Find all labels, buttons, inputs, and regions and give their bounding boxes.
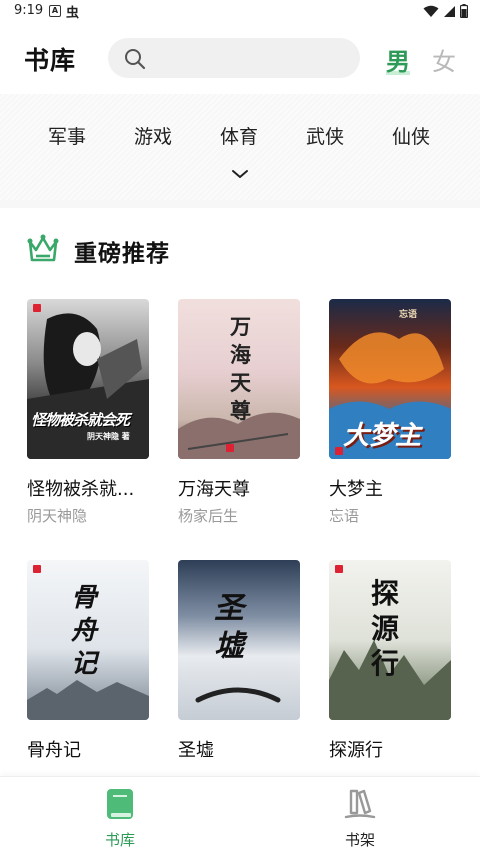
book-author: 杨家后生 [178, 507, 239, 525]
book-title: 怪物被杀就... [27, 479, 135, 500]
cover-title: 万海天尊 [230, 314, 251, 423]
section-divider [0, 200, 480, 208]
battery-icon [460, 4, 468, 18]
category-xianxia[interactable]: 仙侠 [392, 122, 430, 149]
status-bar: 9:19 A 虫 [0, 0, 480, 24]
book-cover[interactable]: 圣墟 [178, 560, 300, 720]
app-screen: 9:19 A 虫 书库 男 女 军事 游戏 体育 武侠 仙侠 重磅推荐 怪物被杀… [0, 0, 480, 853]
signal-icon [444, 5, 455, 17]
book-card[interactable]: 骨舟记 骨舟记 [27, 560, 151, 761]
cover-author: 忘语 [399, 310, 418, 320]
status-time: 9:19 [14, 3, 44, 18]
book-author: 阴天神隐 [27, 507, 88, 525]
bookshelf-icon [344, 789, 376, 819]
publisher-badge [33, 304, 41, 312]
category-military[interactable]: 军事 [48, 122, 86, 149]
book-title: 大梦主 [329, 479, 383, 500]
notification-bug-icon: 虫 [66, 6, 80, 21]
notification-a-icon: A [49, 5, 61, 17]
nav-tab-library[interactable]: 书库 [80, 787, 160, 850]
section-header: 重磅推荐 [0, 210, 480, 280]
category-strip: 军事 游戏 体育 武侠 仙侠 [0, 94, 480, 200]
book-card[interactable]: 探源行 探源行 [329, 560, 453, 761]
book-cover[interactable]: 万海天尊 [178, 299, 300, 459]
book-cover[interactable]: 探源行 [329, 560, 451, 720]
cover-author: 阴天神隐 著 [87, 431, 130, 441]
publisher-badge [33, 565, 41, 573]
publisher-badge [226, 444, 234, 452]
page-title: 书库 [24, 46, 77, 75]
bottom-nav: 书库 书架 [0, 776, 480, 853]
book-card[interactable]: 万海天尊 万海天尊 杨家后生 [178, 299, 302, 525]
publisher-badge [335, 565, 343, 573]
book-card[interactable]: 怪物被杀就会死 阴天神隐 著 怪物被杀就... 阴天神隐 [27, 299, 151, 525]
publisher-badge [335, 447, 343, 455]
book-card[interactable]: 圣墟 圣墟 [178, 560, 302, 761]
category-sports[interactable]: 体育 [220, 122, 258, 149]
gender-tab-female[interactable]: 女 [432, 42, 456, 77]
section-title: 重磅推荐 [74, 241, 170, 267]
cover-title: 怪物被杀就会死 [31, 411, 130, 429]
crown-icon [27, 234, 59, 262]
book-cover[interactable]: 大梦主 忘语 [329, 299, 451, 459]
cover-title: 探源行 [371, 577, 400, 680]
status-icons [423, 4, 468, 18]
category-game[interactable]: 游戏 [134, 122, 172, 149]
category-wuxia[interactable]: 武侠 [306, 122, 344, 149]
chevron-down-icon[interactable] [230, 168, 250, 180]
book-cover[interactable]: 怪物被杀就会死 阴天神隐 著 [27, 299, 149, 459]
book-title: 万海天尊 [178, 479, 250, 500]
cover-title: 骨舟记 [71, 583, 98, 679]
search-icon [125, 49, 146, 70]
nav-label: 书库 [104, 831, 135, 849]
book-card[interactable]: 大梦主 忘语 大梦主 忘语 [329, 299, 453, 525]
search-bar[interactable] [108, 38, 360, 78]
book-title: 探源行 [329, 740, 383, 761]
book-title: 骨舟记 [27, 740, 81, 761]
search-input[interactable] [156, 44, 346, 72]
cover-title: 圣墟 [214, 591, 244, 664]
nav-label: 书架 [344, 831, 375, 849]
book-cover[interactable]: 骨舟记 [27, 560, 149, 720]
header: 书库 男 女 [0, 24, 480, 94]
cover-title: 大梦主 [343, 421, 422, 451]
book-title: 圣墟 [178, 740, 214, 761]
book-icon [107, 789, 133, 819]
nav-tab-bookshelf[interactable]: 书架 [320, 787, 400, 850]
wifi-icon [423, 5, 439, 17]
gender-tab-male[interactable]: 男 [386, 42, 410, 77]
book-author: 忘语 [329, 507, 360, 525]
